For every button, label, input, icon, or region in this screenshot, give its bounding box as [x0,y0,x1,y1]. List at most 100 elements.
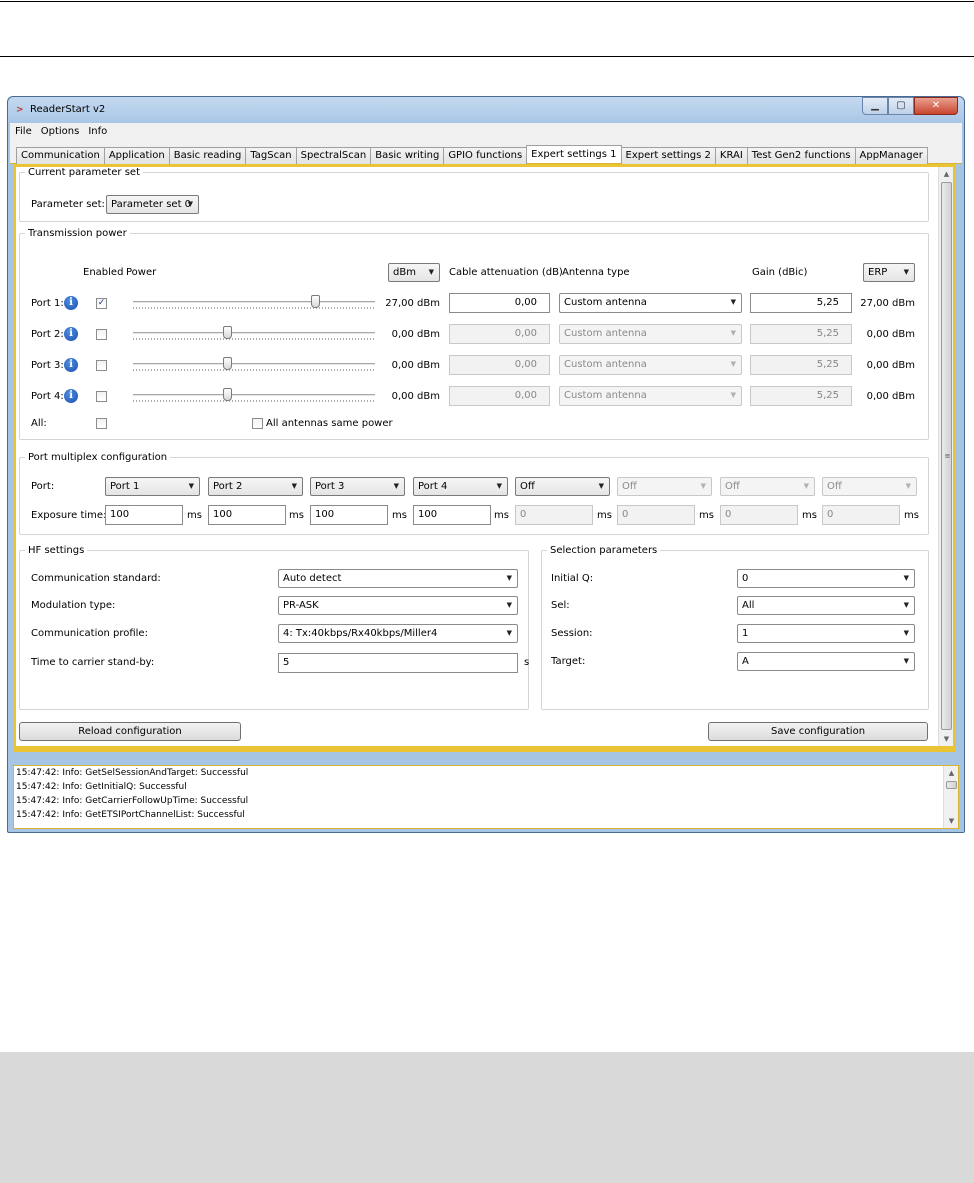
port-2-cable-input[interactable]: 0,00 [449,324,550,344]
parameter-set-select[interactable]: Parameter set 0 ▼ [106,195,199,214]
tab-basic-reading[interactable]: Basic reading [168,147,247,164]
save-configuration-button[interactable]: Save configuration [708,722,928,741]
tab-basic-writing[interactable]: Basic writing [370,147,445,164]
port-3-gain-input[interactable]: 5,25 [750,355,852,375]
carrier-standby-input[interactable]: 5 [278,653,518,673]
tab-spectralscan[interactable]: SpectralScan [295,147,372,164]
tab-tagscan[interactable]: TagScan [245,147,297,164]
scroll-down-icon[interactable]: ▼ [939,732,953,746]
port-1-enabled-checkbox[interactable]: ✓ [96,298,107,309]
modulation-type-select[interactable]: PR-ASK ▼ [278,596,518,615]
minimize-button[interactable]: ▁ [862,97,888,115]
chevron-down-icon: ▼ [730,360,736,368]
modulation-type-label: Modulation type: [31,600,116,611]
tab-appmanager[interactable]: AppManager [854,147,928,164]
chevron-down-icon: ▼ [903,601,909,609]
session-select[interactable]: 1 ▼ [737,624,915,643]
target-select[interactable]: A ▼ [737,652,915,671]
mux-slot-7-port-select[interactable]: Off ▼ [720,477,815,496]
mux-slot-4-exposure-input[interactable]: 100 [413,505,491,525]
slider-thumb[interactable] [223,388,233,401]
slider-thumb[interactable] [223,357,233,370]
tab-gpio-functions[interactable]: GPIO functions [443,147,528,164]
port-2-label: Port 2: [31,329,64,340]
scroll-up-icon[interactable]: ▲ [944,766,958,780]
mux-slot-5-exposure-input[interactable]: 0 [515,505,593,525]
reload-configuration-button[interactable]: Reload configuration [19,722,241,741]
info-icon[interactable]: i [64,358,78,372]
menu-info[interactable]: Info [88,123,107,140]
panel-scroll-thumb[interactable]: ≡ [941,182,952,730]
port-3-power-slider[interactable] [133,357,375,371]
erp-select[interactable]: ERP ▼ [863,263,915,282]
parameter-set-label: Parameter set: [31,199,105,210]
tab-communication[interactable]: Communication [16,147,105,164]
same-power-checkbox[interactable] [252,418,263,429]
title-bar[interactable]: > ReaderStart v2 ▁ ▢ ✕ [8,97,964,123]
info-icon[interactable]: i [64,327,78,341]
port-1-gain-input[interactable]: 5,25 [750,293,852,313]
log-scrollbar[interactable]: ▲ ▼ [943,766,958,828]
mux-slot-5-port-select[interactable]: Off ▼ [515,477,610,496]
port-4-power-slider[interactable] [133,388,375,402]
info-icon[interactable]: i [64,389,78,403]
mux-slot-4-port-select[interactable]: Port 4 ▼ [413,477,508,496]
port-3-enabled-checkbox[interactable] [96,360,107,371]
app-icon: > [16,105,24,115]
tab-krai[interactable]: KRAI [714,147,748,164]
chevron-down-icon: ▼ [506,629,512,637]
tab-test-gen2-functions[interactable]: Test Gen2 functions [746,147,856,164]
mux-slot-2-port-select[interactable]: Port 2 ▼ [208,477,303,496]
slider-thumb[interactable] [310,295,320,308]
port-1-cable-input[interactable]: 0,00 [449,293,550,313]
all-ports-checkbox[interactable] [96,418,107,429]
port-2-power-slider[interactable] [133,326,375,340]
mux-slot-1-port-select[interactable]: Port 1 ▼ [105,477,200,496]
mux-slot-8-port-value: Off [827,481,842,492]
mux-slot-6-port-select[interactable]: Off ▼ [617,477,712,496]
mux-slot-8-exposure-input[interactable]: 0 [822,505,900,525]
port-4-cable-input[interactable]: 0,00 [449,386,550,406]
mux-slot-3-exposure-input[interactable]: 100 [310,505,388,525]
port-1-power-slider[interactable] [133,295,375,309]
communication-profile-select[interactable]: 4: Tx:40kbps/Rx40kbps/Miller4 ▼ [278,624,518,643]
port-3-cable-input[interactable]: 0,00 [449,355,550,375]
initial-q-select[interactable]: 0 ▼ [737,569,915,588]
mux-slot-6-exposure-input[interactable]: 0 [617,505,695,525]
mux-slot-6-port-value: Off [622,481,637,492]
sel-select[interactable]: All ▼ [737,596,915,615]
cable-attenuation-header: Cable attenuation (dB) [449,267,563,278]
power-unit-select[interactable]: dBm ▼ [388,263,440,282]
info-icon[interactable]: i [64,296,78,310]
mux-slot-8-port-select[interactable]: Off ▼ [822,477,917,496]
maximize-button[interactable]: ▢ [888,97,914,115]
mux-slot-7-exposure-input[interactable]: 0 [720,505,798,525]
chevron-down-icon: ▼ [506,601,512,609]
mux-slot-1-exposure-input[interactable]: 100 [105,505,183,525]
same-power-label[interactable]: All antennas same power [266,418,393,429]
communication-standard-select[interactable]: Auto detect ▼ [278,569,518,588]
mux-slot-2-unit: ms [289,510,304,521]
menu-file[interactable]: File [15,123,32,140]
slider-thumb[interactable] [223,326,233,339]
close-button[interactable]: ✕ [914,97,958,115]
port-4-enabled-checkbox[interactable] [96,391,107,402]
mux-slot-3-port-select[interactable]: Port 3 ▼ [310,477,405,496]
port-2-enabled-checkbox[interactable] [96,329,107,340]
scroll-up-icon[interactable]: ▲ [939,167,953,181]
log-panel[interactable]: 15:47:42: Info: GetSelSessionAndTarget: … [13,765,959,829]
port-2-gain-input[interactable]: 5,25 [750,324,852,344]
port-4-gain-input[interactable]: 5,25 [750,386,852,406]
scroll-down-icon[interactable]: ▼ [944,814,958,828]
panel-scrollbar[interactable]: ▲ ≡ ▼ [938,167,953,746]
mux-slot-2-exposure-input[interactable]: 100 [208,505,286,525]
tab-expert-settings-2[interactable]: Expert settings 2 [620,147,716,164]
log-scroll-thumb[interactable] [946,781,957,789]
tab-application[interactable]: Application [103,147,170,164]
port-4-antenna-select[interactable]: Custom antenna ▼ [559,386,742,406]
port-1-antenna-select[interactable]: Custom antenna ▼ [559,293,742,313]
tab-expert-settings-1[interactable]: Expert settings 1 [526,145,622,163]
menu-options[interactable]: Options [41,123,80,140]
port-3-antenna-select[interactable]: Custom antenna ▼ [559,355,742,375]
port-2-antenna-select[interactable]: Custom antenna ▼ [559,324,742,344]
